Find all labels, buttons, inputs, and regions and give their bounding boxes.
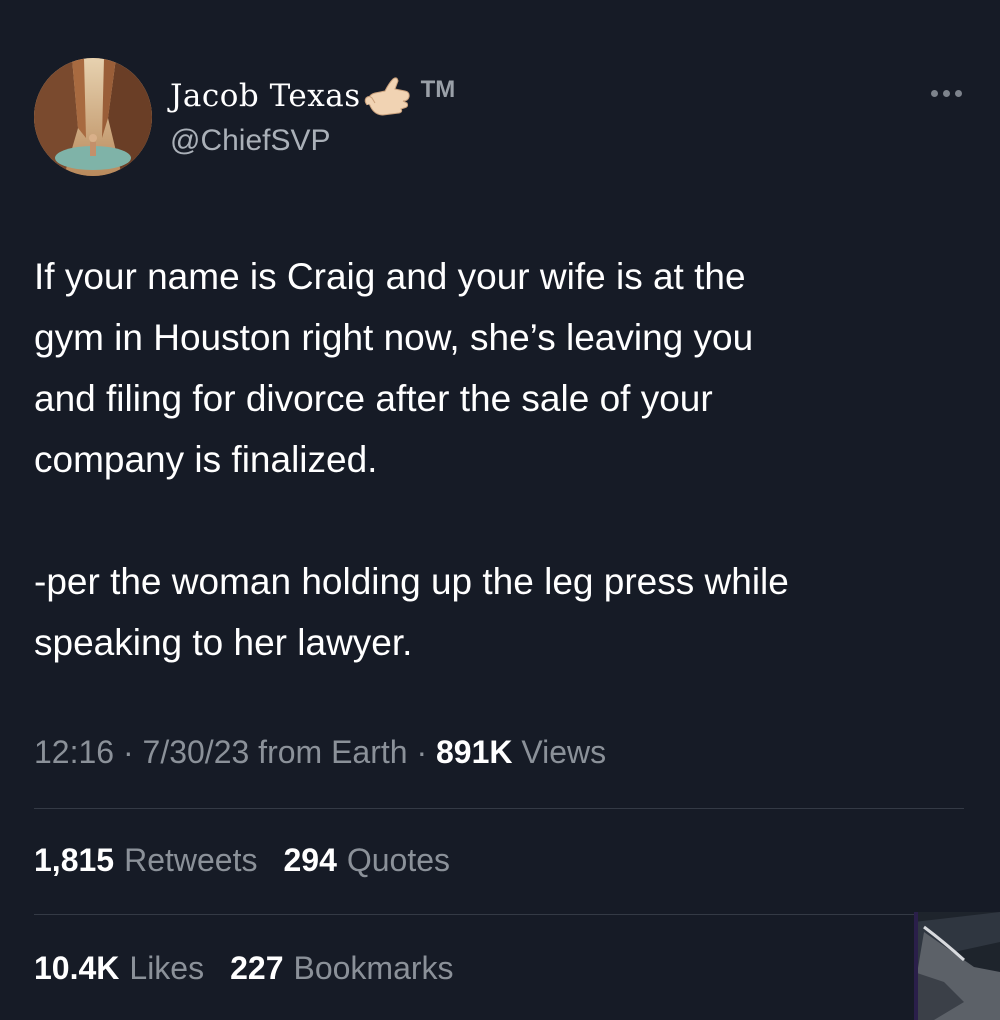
tweet-line: company is finalized. [34, 439, 378, 480]
retweets-count: 1,815 [34, 842, 115, 878]
engagement-row-2: 10.4K Likes 227 Bookmarks [34, 950, 454, 987]
bookmarks-count: 227 [230, 950, 284, 986]
avatar-image [34, 58, 152, 176]
retweets-label: Retweets [124, 842, 258, 878]
bookmarks-label: Bookmarks [293, 950, 454, 986]
bookmarks-stat[interactable]: 227 Bookmarks [230, 950, 453, 987]
call-me-hand-icon [364, 77, 410, 116]
more-options-icon[interactable] [931, 90, 962, 97]
tweet-source: from Earth [258, 734, 408, 770]
more-dot [955, 90, 962, 97]
quotes-label: Quotes [346, 842, 451, 878]
tweet-time[interactable]: 12:16 [34, 734, 114, 770]
tweet-signoff-line: speaking to her lawyer. [34, 622, 413, 663]
tweet-card: Jacob Texas TM @ChiefSVP If your name is… [0, 0, 1000, 1020]
likes-stat[interactable]: 10.4K Likes [34, 950, 204, 987]
divider [34, 914, 964, 915]
author-name-row: Jacob Texas TM [170, 74, 455, 118]
display-name[interactable]: Jacob Texas [170, 78, 361, 114]
engagement-row-1: 1,815 Retweets 294 Quotes [34, 842, 450, 879]
author-handle[interactable]: @ChiefSVP [170, 124, 331, 158]
likes-count: 10.4K [34, 950, 120, 986]
views-count: 891K [435, 734, 513, 770]
thumbnail-image [914, 912, 1000, 1020]
trademark-label: TM [420, 76, 456, 103]
tweet-signoff-line: -per the woman holding up the leg press … [34, 561, 789, 602]
likes-label: Likes [129, 950, 205, 986]
quotes-count: 294 [283, 842, 337, 878]
meta-separator: · [416, 734, 436, 770]
meta-separator: · [122, 734, 143, 770]
tweet-date[interactable]: 7/30/23 [143, 734, 250, 770]
more-dot [943, 90, 950, 97]
video-thumbnail[interactable] [914, 912, 1000, 1020]
tweet-line: and filing for divorce after the sale of… [34, 378, 713, 419]
avatar[interactable] [34, 58, 152, 176]
tweet-text: If your name is Craig and your wife is a… [34, 246, 974, 673]
tweet-line: gym in Houston right now, she’s leaving … [34, 317, 754, 358]
quotes-stat[interactable]: 294 Quotes [283, 842, 450, 879]
tweet-meta: 12:16 · 7/30/23 from Earth · 891K Views [34, 734, 606, 771]
divider [34, 808, 964, 809]
more-dot [931, 90, 938, 97]
retweets-stat[interactable]: 1,815 Retweets [34, 842, 257, 879]
views-label: Views [521, 734, 607, 770]
tweet-line: If your name is Craig and your wife is a… [34, 256, 746, 297]
